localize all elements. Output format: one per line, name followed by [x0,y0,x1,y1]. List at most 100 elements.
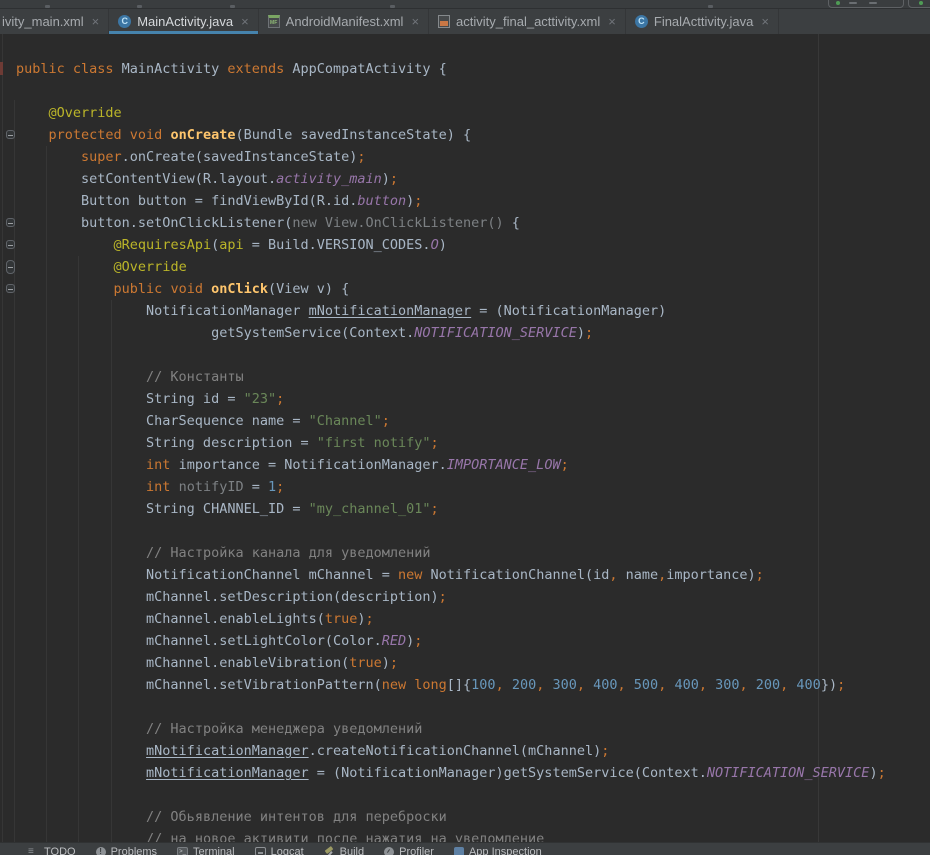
toolbar-icon[interactable] [45,5,50,8]
tab-label: AndroidManifest.xml [286,14,404,29]
code-token: 200 [512,677,536,693]
code-token [16,149,81,165]
code-token: mChannel.setLightColor(Color. [16,633,382,649]
code-line: mChannel.enableVibration(true); [16,652,886,674]
tool-window-label: TODO [44,846,76,855]
code-line: public class MainActivity extends AppCom… [16,58,886,80]
code-token: button [357,193,406,209]
tool-window-button-build[interactable]: Build [324,843,364,855]
build-icon [324,847,335,855]
code-line: @Override [16,256,886,278]
close-icon[interactable]: × [608,14,616,29]
tool-window-label: App Inspection [469,846,542,855]
code-token: @Override [49,105,122,121]
code-line [16,696,886,718]
toolbar-icon[interactable] [390,5,395,8]
code-line: // Настройка менеджера уведомлений [16,718,886,740]
fold-marker-icon[interactable] [6,130,15,139]
code-editor[interactable]: public class MainActivity extends AppCom… [0,34,930,842]
code-token: String id = [16,391,244,407]
run-config-label-cut [849,2,857,4]
code-token: String description = [16,435,317,451]
todo-icon: ≡ [28,847,39,855]
code-line: mNotificationManager = (NotificationMana… [16,762,886,784]
code-token: , [740,677,756,693]
editor-tab-5[interactable]: CFinalActtivity.java× [626,9,779,34]
code-token: ; [390,655,398,671]
toolbar-icon[interactable] [230,5,235,8]
code-token: ) [382,655,390,671]
java-class-file-icon: C [118,15,131,28]
code-token: = (NotificationManager)getSystemService(… [309,765,707,781]
editor-tab-2[interactable]: CMainActivity.java× [109,9,258,34]
code-line: mChannel.setDescription(description); [16,586,886,608]
code-token: ) [869,765,877,781]
code-token [16,105,49,121]
code-line: Button button = findViewById(R.id.button… [16,190,886,212]
code-area: public class MainActivity extends AppCom… [0,36,886,842]
code-token: api [219,237,243,253]
close-icon[interactable]: × [761,14,769,29]
code-token: mNotificationManager [146,765,309,781]
code-token: ; [414,193,422,209]
close-icon[interactable]: × [92,14,100,29]
fold-marker-icon[interactable] [6,284,15,293]
code-token: ; [431,435,439,451]
code-token: 500 [634,677,658,693]
code-token: "first notify" [317,435,431,451]
code-token: , [536,677,552,693]
run-configuration-button[interactable] [828,0,904,8]
toolbar-icon[interactable] [137,5,142,8]
editor-tab-3[interactable]: MFAndroidManifest.xml× [259,9,429,34]
code-token [16,281,114,297]
code-token: ; [878,765,886,781]
tool-window-button-terminal[interactable]: >_Terminal [177,843,235,855]
code-token: = Build.VERSION_CODES. [244,237,431,253]
code-line: button.setOnClickListener(new View.OnCli… [16,212,886,234]
run-config-label-cut [869,2,877,4]
tool-window-button-profiler[interactable]: Profiler [384,843,434,855]
code-token: "23" [244,391,277,407]
fold-marker-icon[interactable] [6,260,15,274]
code-token: 1 [268,479,276,495]
editor-tab-1[interactable]: ivity_main.xml× [0,9,109,34]
code-token: String CHANNEL_ID = [16,501,309,517]
fold-marker-icon[interactable] [6,240,15,249]
device-icon [919,1,923,5]
code-token: , [618,677,634,693]
code-token: // на новое активити после нажатия на ув… [146,831,544,842]
code-token: ; [357,149,365,165]
close-icon[interactable]: × [411,14,419,29]
close-icon[interactable]: × [241,14,249,29]
code-token: ; [561,457,569,473]
code-line: mChannel.enableLights(true); [16,608,886,630]
code-token [16,765,146,781]
code-token: importance) [666,567,755,583]
code-token: notifyID [179,479,244,495]
code-token [16,809,146,825]
code-token: , [780,677,796,693]
code-line: setContentView(R.layout.activity_main); [16,168,886,190]
code-token: protected void [49,127,171,143]
code-token: ; [837,677,845,693]
code-line: @Override [16,102,886,124]
tool-window-button-todo[interactable]: ≡ TODO [28,843,76,855]
icon-glyph: C [121,15,128,28]
toolbar-icon[interactable] [708,5,713,8]
code-line: NotificationChannel mChannel = new Notif… [16,564,886,586]
code-token: mNotificationManager [146,743,309,759]
code-token: ; [414,633,422,649]
code-token: "Channel" [309,413,382,429]
tool-window-button-problems[interactable]: !Problems [96,843,157,855]
editor-tab-4[interactable]: activity_final_acttivity.xml× [429,9,626,34]
fold-marker-icon[interactable] [6,218,15,227]
code-line: @RequiresApi(api = Build.VERSION_CODES.O… [16,234,886,256]
code-line: NotificationManager mNotificationManager… [16,300,886,322]
tool-window-button-logcat[interactable]: Logcat [255,843,304,855]
device-selector-button[interactable] [908,0,930,8]
code-token: // Обьявление интентов для переброски [146,809,447,825]
tool-window-button-app-inspection[interactable]: App Inspection [454,843,542,855]
code-token: CharSequence name = [16,413,309,429]
code-token: , [699,677,715,693]
code-token: @Override [114,259,187,275]
